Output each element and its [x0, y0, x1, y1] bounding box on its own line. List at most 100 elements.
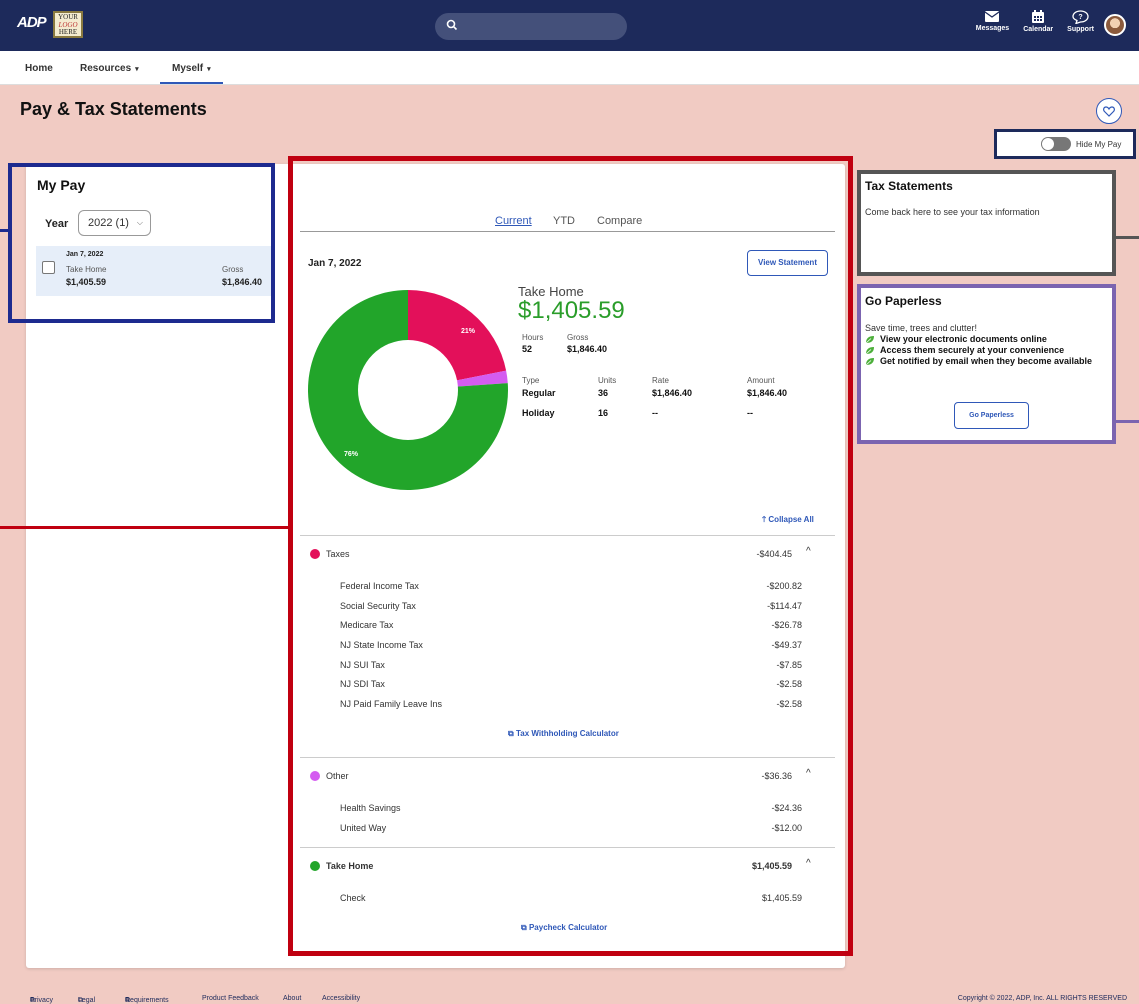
chevron-up-icon[interactable]: ^ — [806, 546, 811, 557]
hours-value: 52 — [522, 344, 533, 354]
tax-withholding-calculator-link[interactable]: ⧉ Tax Withholding Calculator — [508, 729, 619, 739]
go-paperless-card: Go Paperless Save time, trees and clutte… — [857, 284, 1116, 444]
toggle-switch[interactable] — [1041, 137, 1071, 151]
top-bar: ADP YOUR LOGO HERE Messages Calendar ? S… — [0, 0, 1139, 51]
support-icon: ? — [1072, 10, 1089, 24]
take-home-section-total: $1,405.59 — [751, 861, 792, 871]
tax-row-label: NJ SUI Tax — [340, 660, 385, 670]
paycheck-calculator-link[interactable]: ⧉ Paycheck Calculator — [521, 923, 607, 933]
footer: ⧉ Privacy ⧉ Legal ⧉ Requirements Product Fe… — [30, 995, 1127, 1004]
year-select[interactable]: 2022 (1) ⌵ — [78, 210, 151, 236]
pay-item-take-home: $1,405.59 — [66, 277, 107, 287]
pay-item-date: Jan 7, 2022 — [66, 251, 104, 258]
earnings-amount: $1,846.40 — [747, 388, 788, 398]
donut-label-take-home: 76% — [344, 451, 359, 458]
go-paperless-title: Go Paperless — [865, 294, 942, 308]
go-paperless-button[interactable]: Go Paperless — [954, 402, 1029, 429]
calendar-icon — [1032, 10, 1045, 23]
leaf-icon — [865, 336, 874, 344]
copyright: Copyright © 2022, ADP, Inc. ALL RIGHTS R… — [957, 995, 1127, 1002]
tab-current[interactable]: Current — [495, 215, 532, 227]
tax-row-amount: -$2.58 — [776, 699, 802, 709]
earnings-header-amount: Amount — [747, 376, 775, 385]
chevron-down-icon: ⌵ — [136, 218, 143, 227]
other-row-amount: -$12.00 — [771, 823, 802, 833]
avatar[interactable] — [1104, 14, 1126, 36]
annotation-line — [1112, 420, 1139, 423]
hide-my-pay-toggle[interactable]: Hide My Pay — [994, 129, 1136, 159]
tax-row-amount: -$114.47 — [767, 601, 802, 611]
year-label: Year — [45, 218, 69, 230]
gross-value: $1,846.40 — [567, 344, 608, 354]
paperless-bullet: Get notified by email when they become a… — [865, 356, 1108, 366]
favorite-button[interactable] — [1096, 98, 1122, 124]
footer-link-accessibility[interactable]: Accessibility — [322, 995, 360, 1002]
take-home-section-title: Take Home — [326, 861, 374, 871]
tax-row-label: NJ SDI Tax — [340, 679, 385, 689]
calendar-button[interactable]: Calendar — [1023, 10, 1053, 33]
pay-item-gross-label: Gross — [222, 265, 244, 274]
tab-ytd[interactable]: YTD — [553, 215, 575, 227]
pay-item-gross: $1,846.40 — [222, 277, 263, 287]
chevron-down-icon: ▾ — [135, 66, 139, 73]
tax-row-amount: -$49.37 — [771, 640, 802, 650]
adp-logo[interactable]: ADP — [17, 14, 47, 31]
footer-link-product-feedback[interactable]: Product Feedback — [202, 995, 259, 1002]
tax-statements-title: Tax Statements — [865, 179, 953, 193]
paperless-bullet: View your electronic documents online — [865, 334, 1108, 344]
chevron-down-icon: ▾ — [207, 66, 211, 73]
external-link-icon: ⧉ — [521, 923, 527, 932]
page-title: Pay & Tax Statements — [20, 99, 207, 119]
paperless-bullet: Access them securely at your convenience — [865, 345, 1108, 355]
tax-statements-text: Come back here to see your tax informati… — [865, 207, 1040, 217]
earnings-rate: $1,846.40 — [652, 388, 693, 398]
footer-link-about[interactable]: About — [283, 995, 301, 1002]
earnings-amount: -- — [747, 408, 753, 418]
nav-home[interactable]: Home — [25, 63, 53, 74]
take-home-value: $1,405.59 — [518, 297, 625, 324]
earnings-type: Holiday — [522, 408, 555, 418]
view-statement-button[interactable]: View Statement — [747, 250, 828, 276]
other-total: -$36.36 — [761, 771, 792, 781]
company-logo: YOUR LOGO HERE — [53, 11, 83, 38]
other-row-amount: -$24.36 — [771, 803, 802, 813]
main-nav: Home Resources ▾ Myself ▾ — [0, 51, 1139, 85]
annotation-line — [1113, 236, 1139, 239]
earnings-rate: -- — [652, 408, 658, 418]
pay-statement-item[interactable]: Jan 7, 2022 Take Home $1,405.59 Gross $1… — [36, 246, 271, 296]
leaf-icon — [865, 358, 874, 366]
tax-row-label: NJ State Income Tax — [340, 640, 423, 650]
tax-row-label: NJ Paid Family Leave Ins — [340, 699, 443, 709]
donut-label-taxes: 21% — [461, 328, 476, 335]
tax-row-amount: -$200.82 — [766, 581, 802, 591]
support-button[interactable]: ? Support — [1067, 10, 1094, 33]
divider — [300, 847, 835, 848]
messages-button[interactable]: Messages — [976, 10, 1009, 33]
other-row-label: Health Savings — [340, 803, 401, 813]
chevron-up-icon[interactable]: ^ — [806, 768, 811, 779]
nav-myself[interactable]: Myself ▾ — [160, 63, 223, 84]
take-home-dot — [310, 861, 320, 871]
search-input[interactable] — [435, 13, 627, 40]
chevron-up-icon[interactable]: ^ — [806, 858, 811, 869]
statement-date: Jan 7, 2022 — [308, 258, 362, 269]
nav-resources[interactable]: Resources ▾ — [80, 63, 139, 74]
tax-row-label: Federal Income Tax — [340, 581, 419, 591]
earnings-units: 16 — [598, 408, 609, 418]
svg-text:?: ? — [1078, 14, 1082, 21]
pay-donut-chart: 21% 76% — [308, 290, 508, 490]
earnings-header-units: Units — [598, 376, 617, 385]
pay-item-checkbox[interactable] — [42, 261, 55, 274]
taxes-dot — [310, 549, 320, 559]
statement-tabs: Current YTD Compare — [300, 213, 835, 232]
taxes-title: Taxes — [326, 549, 350, 559]
take-home-row-amount: $1,405.59 — [761, 893, 802, 903]
divider — [300, 757, 835, 758]
tab-compare[interactable]: Compare — [597, 215, 642, 227]
tax-row-amount: -$7.85 — [776, 660, 802, 670]
go-paperless-intro: Save time, trees and clutter! — [865, 323, 978, 333]
collapse-all-button[interactable]: 🡑 Collapse All — [762, 514, 814, 528]
other-title: Other — [326, 771, 349, 781]
leaf-icon — [865, 347, 874, 355]
other-row-label: United Way — [340, 823, 387, 833]
